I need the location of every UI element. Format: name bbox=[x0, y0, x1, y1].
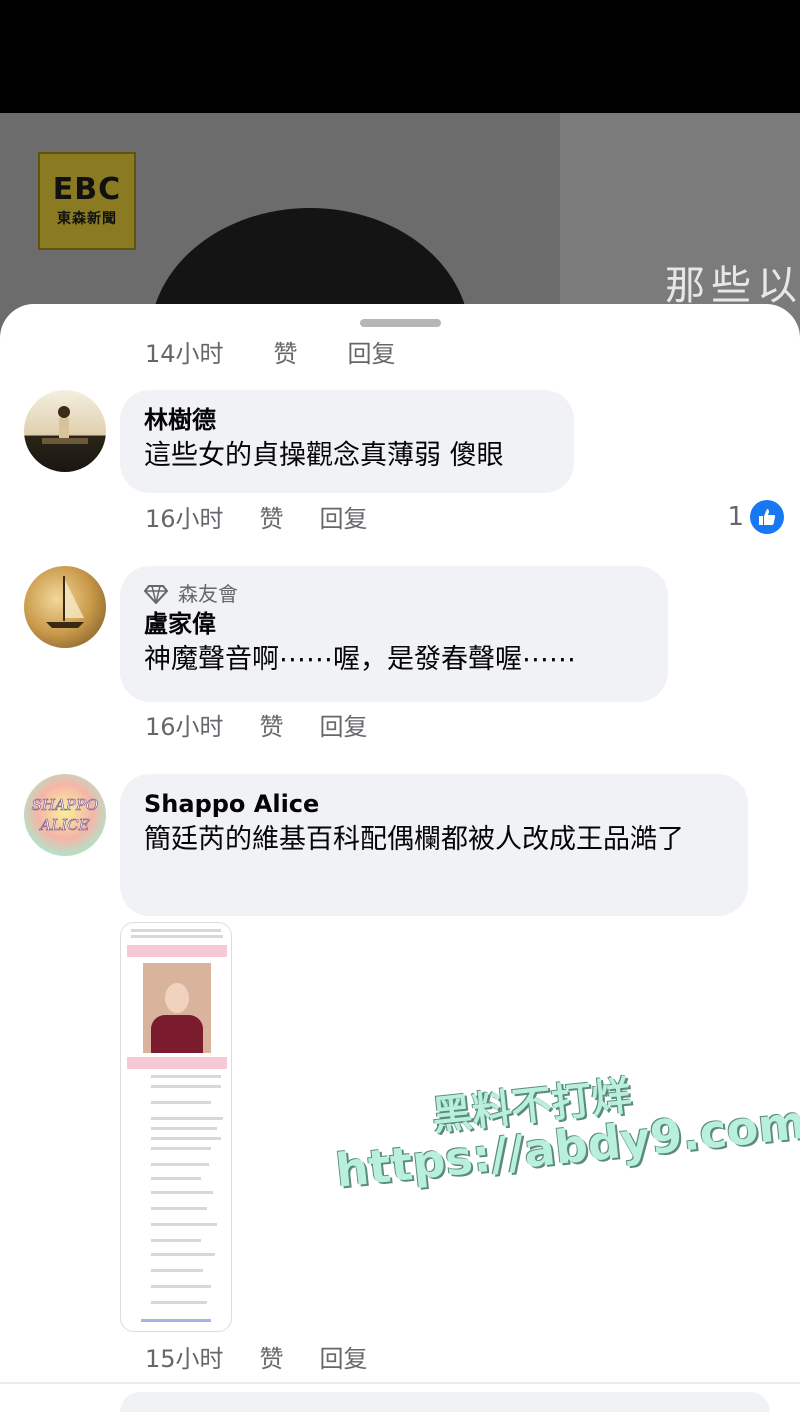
attachment-text-line bbox=[151, 1117, 223, 1120]
comment-meta: 16小时 赞 回复 bbox=[145, 504, 368, 534]
previous-time: 14小时 bbox=[145, 340, 224, 368]
attachment-link-line bbox=[141, 1319, 211, 1322]
attachment-text-line bbox=[151, 1163, 209, 1166]
reaction-count[interactable]: 1 bbox=[727, 500, 784, 534]
ebc-logo: EBC 東森新聞 bbox=[38, 152, 136, 250]
comment-text: 這些女的貞操觀念真薄弱 傻眼 bbox=[144, 440, 504, 471]
top-black-bar bbox=[0, 0, 800, 113]
attachment-header-band bbox=[127, 945, 227, 957]
comment-text: 神魔聲音啊⋯⋯喔，是發春聲喔⋯⋯ bbox=[144, 644, 576, 675]
reaction-number: 1 bbox=[727, 502, 744, 532]
logo-top-text: EBC bbox=[52, 172, 122, 207]
previous-like-button[interactable]: 赞 bbox=[274, 334, 298, 369]
commenter-name[interactable]: 盧家偉 bbox=[144, 608, 644, 640]
portrait-face bbox=[165, 983, 189, 1013]
logo-bottom-text: 東森新聞 bbox=[57, 211, 117, 227]
comment-bubble: 林樹德 這些女的貞操觀念真薄弱 傻眼 bbox=[120, 390, 574, 493]
attachment-text-line bbox=[151, 1127, 217, 1130]
previous-comment-meta: 14小时 赞 回复 bbox=[145, 334, 396, 369]
comment-meta: 15小时 赞 回复 bbox=[145, 1344, 368, 1374]
avatar[interactable] bbox=[24, 566, 106, 648]
badge-label: 森友會 bbox=[178, 582, 238, 606]
comments-sheet: 14小时 赞 回复 林樹德 這些女的貞操觀念真薄弱 傻眼 16小时 赞 回复 1 bbox=[0, 304, 800, 1412]
like-button[interactable]: 赞 bbox=[260, 504, 284, 534]
diamond-icon bbox=[144, 585, 168, 604]
comment-time: 15小时 bbox=[145, 1345, 224, 1373]
portrait-shirt bbox=[151, 1015, 203, 1053]
like-button[interactable]: 赞 bbox=[260, 1344, 284, 1374]
attachment-text-line bbox=[151, 1147, 211, 1150]
attachment-text-line bbox=[151, 1085, 221, 1088]
thumbs-up-icon bbox=[750, 500, 784, 534]
comment-bubble: 森友會 盧家偉 神魔聲音啊⋯⋯喔，是發春聲喔⋯⋯ bbox=[120, 566, 668, 702]
avatar-text-logo-icon: SHAPPO ALICE bbox=[31, 796, 99, 835]
comment-text: 簡廷芮的維基百科配偶欄都被人改成王品澔了 bbox=[144, 824, 684, 855]
reply-button[interactable]: 回复 bbox=[320, 712, 368, 742]
attachment-text-line bbox=[151, 1177, 201, 1180]
attachment-text-line bbox=[151, 1301, 207, 1304]
attachment-text-line bbox=[151, 1075, 221, 1078]
comment-attachment-image[interactable] bbox=[120, 922, 232, 1332]
reply-button[interactable]: 回复 bbox=[320, 1344, 368, 1374]
avatar-sailboat-icon bbox=[46, 576, 84, 628]
avatar[interactable] bbox=[24, 390, 106, 472]
attachment-text-line bbox=[131, 929, 221, 932]
commenter-name[interactable]: Shappo Alice bbox=[144, 788, 724, 820]
like-button[interactable]: 赞 bbox=[260, 712, 284, 742]
svg-text:SHAPPO: SHAPPO bbox=[32, 796, 99, 814]
attachment-text-line bbox=[151, 1253, 215, 1256]
attachment-portrait bbox=[143, 963, 211, 1053]
reply-button[interactable]: 回复 bbox=[320, 504, 368, 534]
divider bbox=[0, 1382, 800, 1384]
attachment-text-line bbox=[151, 1207, 207, 1210]
comment-time: 16小时 bbox=[145, 505, 224, 533]
member-badge[interactable]: 森友會 bbox=[144, 580, 644, 608]
attachment-text-line bbox=[151, 1223, 217, 1226]
attachment-text-line bbox=[151, 1239, 201, 1242]
commenter-name[interactable]: 林樹德 bbox=[144, 404, 550, 436]
comment-meta: 16小时 赞 回复 bbox=[145, 712, 368, 742]
attachment-text-line bbox=[151, 1191, 213, 1194]
attachment-text-line bbox=[151, 1137, 221, 1140]
previous-reply-button[interactable]: 回复 bbox=[348, 334, 396, 369]
video-overlay-text: 那些以 bbox=[665, 263, 800, 309]
comment-time: 16小时 bbox=[145, 713, 224, 741]
attachment-text-line bbox=[151, 1285, 211, 1288]
svg-text:ALICE: ALICE bbox=[38, 816, 89, 834]
attachment-section-band bbox=[127, 1057, 227, 1069]
avatar[interactable]: SHAPPO ALICE bbox=[24, 774, 106, 856]
avatar-figure-icon bbox=[42, 406, 88, 444]
next-comment-bubble bbox=[120, 1392, 770, 1412]
attachment-text-line bbox=[131, 935, 223, 938]
attachment-text-line bbox=[151, 1101, 211, 1104]
attachment-text-line bbox=[151, 1269, 203, 1272]
comment-bubble: Shappo Alice 簡廷芮的維基百科配偶欄都被人改成王品澔了 bbox=[120, 774, 748, 916]
drag-handle[interactable] bbox=[360, 319, 441, 327]
